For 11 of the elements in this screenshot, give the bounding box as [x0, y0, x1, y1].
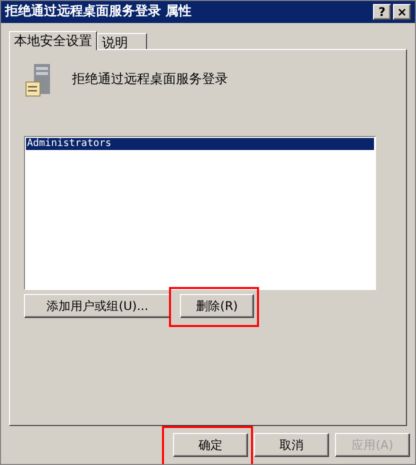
window-title: 拒绝通过远程桌面服务登录 属性: [5, 3, 192, 22]
dialog-button[interactable]: 添加用户或组(U)...: [24, 294, 171, 318]
dialog-button[interactable]: 取消: [254, 433, 329, 457]
tab[interactable]: 本地安全设置: [9, 31, 97, 50]
dialog-button[interactable]: 确定: [173, 433, 248, 457]
list-item[interactable]: Administrators: [26, 138, 374, 150]
policy-name: 拒绝通过远程桌面服务登录: [72, 71, 228, 90]
dialog-button[interactable]: 删除(R): [180, 294, 254, 318]
tab[interactable]: 说明: [97, 33, 147, 49]
close-button[interactable]: ×: [393, 4, 411, 20]
help-button[interactable]: ?: [373, 4, 391, 20]
